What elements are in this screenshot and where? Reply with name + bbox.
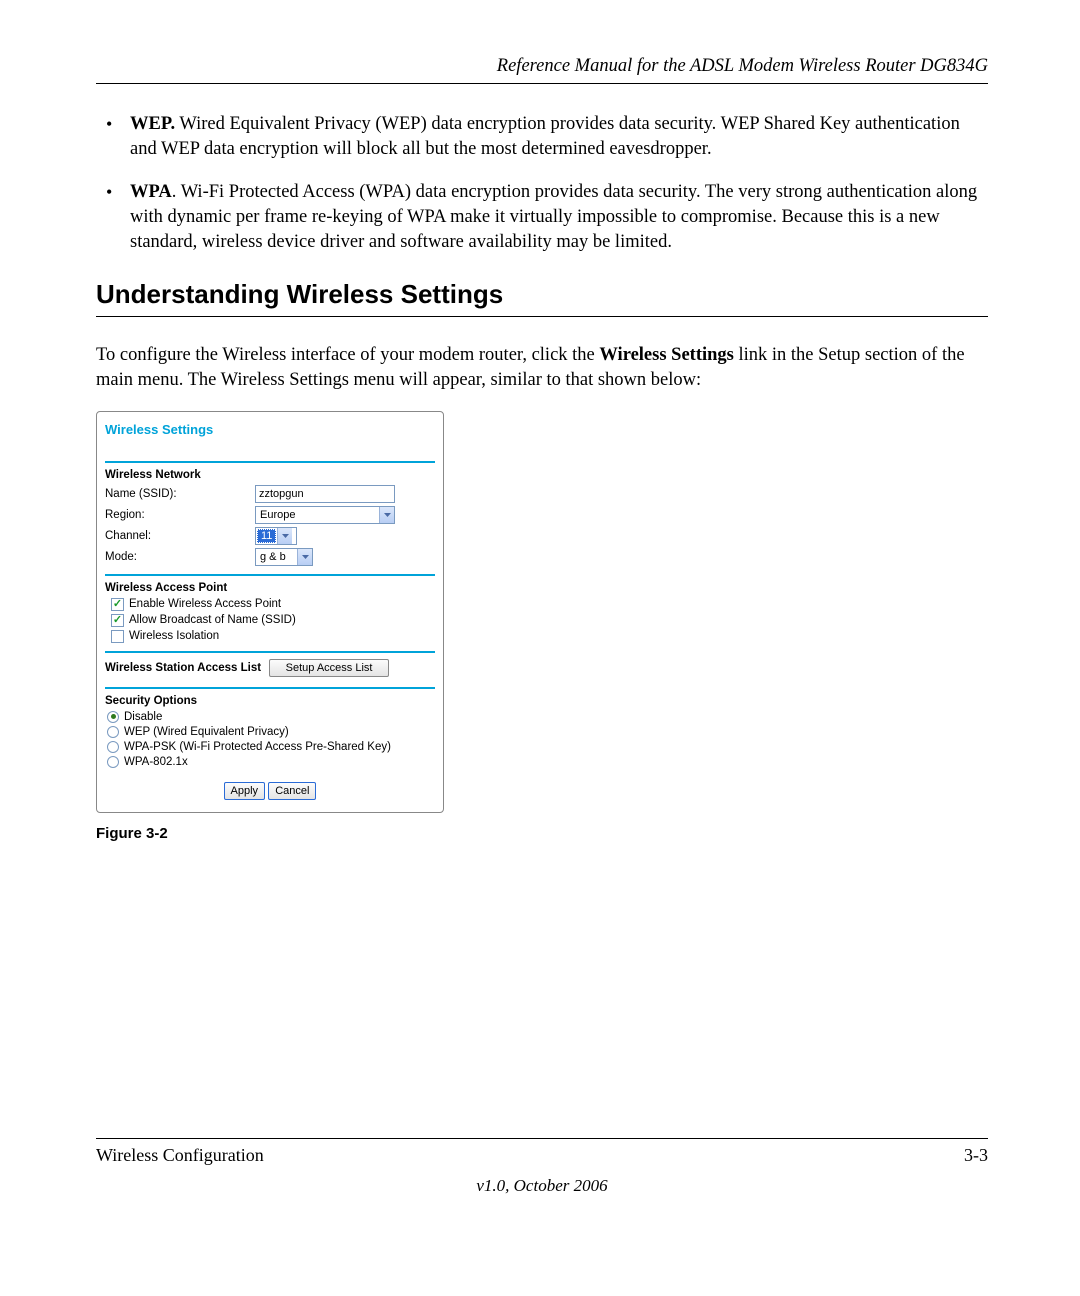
security-wpapsk-label: WPA-PSK (Wi-Fi Protected Access Pre-Shar… (124, 741, 391, 753)
security-wpapsk-radio[interactable] (107, 741, 119, 753)
access-list-label: Wireless Station Access List (105, 662, 261, 674)
setup-access-list-button[interactable]: Setup Access List (269, 659, 389, 677)
figure: Wireless Settings Wireless Network Name … (96, 411, 988, 842)
page-footer: Wireless Configuration 3-3 v1.0, October… (96, 1138, 988, 1196)
channel-selected: 11 (257, 529, 276, 543)
channel-select[interactable]: 11 (255, 527, 297, 545)
allow-broadcast-row[interactable]: Allow Broadcast of Name (SSID) (111, 614, 435, 627)
bullet-wep: WEP. Wired Equivalent Privacy (WEP) data… (96, 112, 988, 162)
wireless-settings-panel: Wireless Settings Wireless Network Name … (96, 411, 444, 813)
region-selected: Europe (256, 509, 299, 521)
bullet-wep-lead: WEP. (130, 114, 175, 134)
security-wep-row[interactable]: WEP (Wired Equivalent Privacy) (107, 726, 435, 738)
channel-label: Channel: (105, 530, 255, 542)
document-header: Reference Manual for the ADSL Modem Wire… (96, 56, 988, 84)
wireless-isolation-label: Wireless Isolation (129, 630, 219, 642)
region-label: Region: (105, 509, 255, 521)
security-wep-label: WEP (Wired Equivalent Privacy) (124, 726, 289, 738)
mode-selected: g & b (256, 551, 290, 563)
mode-select[interactable]: g & b (255, 548, 313, 566)
allow-broadcast-checkbox[interactable] (111, 614, 124, 627)
security-options-label: Security Options (105, 695, 435, 707)
cancel-button[interactable]: Cancel (268, 782, 316, 800)
bullet-wpa-text: . Wi-Fi Protected Access (WPA) data encr… (130, 182, 977, 252)
footer-version: v1.0, October 2006 (96, 1176, 988, 1196)
intro-pre: To configure the Wireless interface of y… (96, 345, 599, 365)
footer-left: Wireless Configuration (96, 1145, 264, 1166)
security-wep-radio[interactable] (107, 726, 119, 738)
security-disable-row[interactable]: Disable (107, 711, 435, 723)
region-select[interactable]: Europe (255, 506, 395, 524)
allow-broadcast-label: Allow Broadcast of Name (SSID) (129, 614, 296, 626)
enable-ap-row[interactable]: Enable Wireless Access Point (111, 598, 435, 611)
ssid-label: Name (SSID): (105, 488, 255, 500)
security-wpapsk-row[interactable]: WPA-PSK (Wi-Fi Protected Access Pre-Shar… (107, 741, 435, 753)
apply-button[interactable]: Apply (224, 782, 266, 800)
section-heading: Understanding Wireless Settings (96, 279, 988, 317)
enable-ap-checkbox[interactable] (111, 598, 124, 611)
wireless-ap-label: Wireless Access Point (105, 582, 435, 594)
wireless-isolation-checkbox[interactable] (111, 630, 124, 643)
intro-paragraph: To configure the Wireless interface of y… (96, 343, 988, 393)
intro-bold: Wireless Settings (599, 345, 733, 365)
footer-right: 3-3 (964, 1145, 988, 1166)
security-wpa8021x-row[interactable]: WPA-802.1x (107, 756, 435, 768)
security-wpa8021x-label: WPA-802.1x (124, 756, 188, 768)
chevron-down-icon (277, 528, 292, 544)
panel-title: Wireless Settings (105, 420, 435, 457)
enable-ap-label: Enable Wireless Access Point (129, 598, 281, 610)
chevron-down-icon (379, 507, 394, 523)
mode-label: Mode: (105, 551, 255, 563)
security-disable-radio[interactable] (107, 711, 119, 723)
bullet-wep-text: Wired Equivalent Privacy (WEP) data encr… (130, 114, 960, 159)
bullet-wpa-lead: WPA (130, 182, 172, 202)
wireless-network-label: Wireless Network (105, 469, 435, 481)
bullet-wpa: WPA. Wi-Fi Protected Access (WPA) data e… (96, 180, 988, 255)
security-wpa8021x-radio[interactable] (107, 756, 119, 768)
ssid-input[interactable] (255, 485, 395, 503)
figure-caption: Figure 3-2 (96, 825, 988, 842)
bullet-list: WEP. Wired Equivalent Privacy (WEP) data… (96, 112, 988, 255)
chevron-down-icon (297, 549, 312, 565)
wireless-isolation-row[interactable]: Wireless Isolation (111, 630, 435, 643)
security-disable-label: Disable (124, 711, 162, 723)
